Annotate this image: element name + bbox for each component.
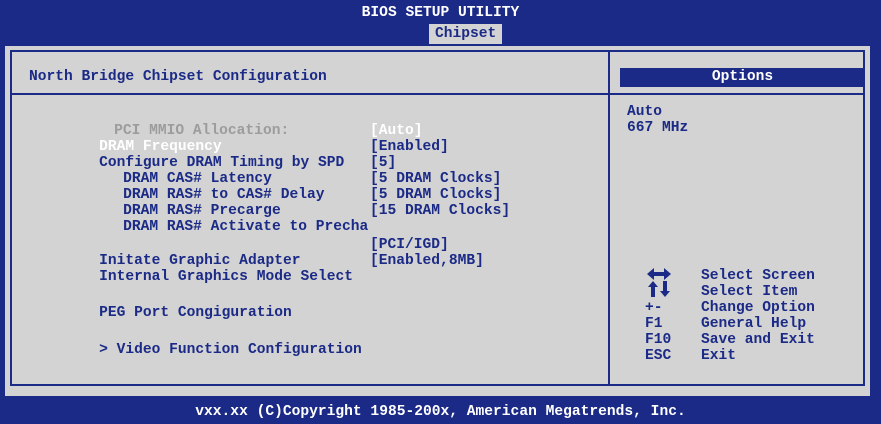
submenu-video-function-configuration[interactable]: > Video Function Configuration: [29, 326, 362, 374]
hotkey-action: Select Screen: [701, 268, 815, 284]
hotkey-key: F1: [645, 316, 663, 332]
option-item[interactable]: Auto: [627, 104, 662, 120]
setting-value: [Enabled,8MB]: [370, 253, 484, 269]
left-right-arrows-icon: [647, 268, 671, 280]
setting-value: [5 DRAM Clocks]: [370, 187, 502, 203]
frame-right: [863, 50, 865, 386]
hotkey-action: Change Option: [701, 300, 815, 316]
frame-top: [10, 50, 865, 52]
frame-divider: [608, 50, 610, 386]
setting-label: DRAM RAS# Activate to Precha: [123, 219, 369, 235]
main-panel: North Bridge Chipset Configuration PCI M…: [5, 46, 870, 396]
options-rule: [610, 93, 865, 95]
setting-value: [Auto]: [370, 123, 423, 139]
setting-label: Internal Graphics Mode Select: [99, 269, 354, 285]
section-heading: North Bridge Chipset Configuration: [29, 69, 327, 85]
hotkey-key: ESC: [645, 348, 672, 364]
hotkey-action: Select Item: [701, 284, 798, 300]
options-heading: Options: [620, 68, 865, 87]
copyright-footer: vxx.xx (C)Copyright 1985-200x, American …: [195, 404, 686, 420]
frame-bottom: [10, 384, 865, 386]
setting-label: > Video Function Configuration: [99, 342, 362, 358]
hotkey-action: Exit: [701, 348, 737, 364]
heading-rule: [10, 93, 610, 95]
setting-value: [5 DRAM Clocks]: [370, 171, 502, 187]
tab-chipset[interactable]: Chipset: [428, 23, 504, 45]
bios-screen: BIOS SETUP UTILITY Chipset North Bridge …: [0, 0, 881, 424]
setting-value: [15 DRAM Clocks]: [370, 203, 511, 219]
frame-left: [10, 50, 12, 386]
option-item[interactable]: 667 MHz: [627, 120, 688, 136]
app-title: BIOS SETUP UTILITY: [361, 5, 520, 21]
hotkey-key: +-: [645, 300, 663, 316]
hotkey-action: Save and Exit: [701, 332, 815, 348]
title-bar: BIOS SETUP UTILITY Chipset: [0, 0, 881, 46]
setting-value: [PCI/IGD]: [370, 237, 449, 253]
hotkey-action: General Help: [701, 316, 807, 332]
setting-value: [5]: [370, 155, 397, 171]
setting-label: PEG Port Congiguration: [99, 305, 292, 321]
hotkey-key: F10: [645, 332, 672, 348]
up-down-arrows-icon: [648, 281, 670, 297]
setting-value: [Enabled]: [370, 139, 449, 155]
